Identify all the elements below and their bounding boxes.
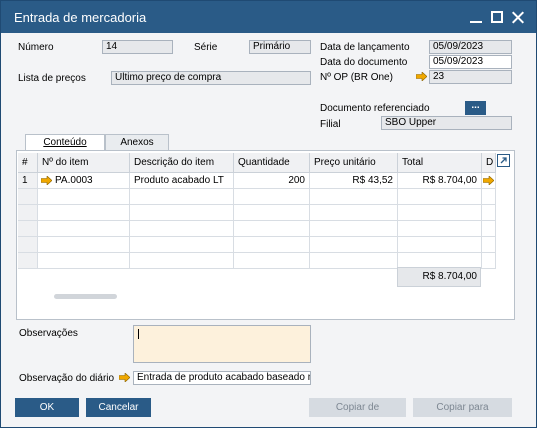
table-cell-d[interactable] bbox=[482, 173, 496, 189]
lista-precos-field[interactable]: Último preço de compra bbox=[111, 71, 311, 85]
goods-receipt-window: Entrada de mercadoria Número 14 Série Pr… bbox=[0, 0, 537, 428]
data-documento-field[interactable]: 05/09/2023 bbox=[429, 55, 512, 69]
serie-field[interactable]: Primário bbox=[249, 40, 311, 54]
expand-icon[interactable] bbox=[497, 154, 510, 167]
footer-total: R$ 8.704,00 bbox=[397, 267, 481, 287]
col-header-item[interactable]: Nº do item bbox=[38, 153, 130, 173]
horizontal-scrollbar[interactable] bbox=[54, 294, 117, 299]
empty-table-cell[interactable] bbox=[130, 205, 234, 221]
empty-table-cell[interactable] bbox=[38, 237, 130, 253]
empty-table-cell[interactable] bbox=[482, 221, 496, 237]
filial-field[interactable]: SBO Upper bbox=[381, 116, 512, 130]
empty-table-cell[interactable] bbox=[234, 205, 310, 221]
minimize-icon[interactable] bbox=[468, 9, 484, 25]
link-arrow-icon[interactable] bbox=[119, 373, 130, 382]
empty-table-cell[interactable] bbox=[18, 237, 38, 253]
col-header-preco[interactable]: Preço unitário bbox=[310, 153, 398, 173]
tab-conteudo-label: Conteúdo bbox=[43, 137, 87, 148]
title-bar: Entrada de mercadoria bbox=[1, 1, 536, 33]
empty-table-cell[interactable] bbox=[38, 253, 130, 269]
table-cell-item[interactable]: PA.0003 bbox=[38, 173, 130, 189]
row-number[interactable]: 1 bbox=[18, 173, 38, 189]
empty-table-cell[interactable] bbox=[310, 253, 398, 269]
empty-table-cell[interactable] bbox=[482, 237, 496, 253]
col-header-num[interactable]: # bbox=[18, 153, 38, 173]
no-op-field[interactable]: 23 bbox=[429, 70, 512, 84]
empty-table-cell[interactable] bbox=[398, 189, 482, 205]
empty-table-cell[interactable] bbox=[398, 221, 482, 237]
numero-label: Número bbox=[18, 42, 54, 53]
item-code: PA.0003 bbox=[55, 175, 93, 186]
data-lancamento-field[interactable]: 05/09/2023 bbox=[429, 40, 512, 54]
col-header-total[interactable]: Total bbox=[398, 153, 482, 173]
observacao-diario-field[interactable]: Entrada de produto acabado baseado n bbox=[133, 371, 311, 385]
filial-label: Filial bbox=[320, 119, 341, 130]
tab-anexos[interactable]: Anexos bbox=[105, 134, 169, 151]
empty-table-cell[interactable] bbox=[398, 237, 482, 253]
table-cell-total[interactable]: R$ 8.704,00 bbox=[398, 173, 482, 189]
data-documento-label: Data do documento bbox=[320, 57, 408, 68]
empty-table-cell[interactable] bbox=[38, 205, 130, 221]
observacao-diario-label: Observação do diário bbox=[19, 373, 115, 384]
empty-table-cell[interactable] bbox=[234, 253, 310, 269]
cancel-button[interactable]: Cancelar bbox=[86, 398, 151, 417]
empty-table-cell[interactable] bbox=[234, 221, 310, 237]
observacoes-label: Observações bbox=[19, 328, 78, 339]
table-cell-quantidade[interactable]: 200 bbox=[234, 173, 310, 189]
doc-referenciado-button[interactable]: ... bbox=[465, 101, 486, 115]
empty-table-cell[interactable] bbox=[482, 253, 496, 269]
serie-label: Série bbox=[194, 42, 218, 53]
table-cell-descricao[interactable]: Produto acabado LT bbox=[130, 173, 234, 189]
link-arrow-icon[interactable] bbox=[41, 176, 52, 185]
lista-precos-label: Lista de preços bbox=[18, 73, 86, 84]
empty-table-cell[interactable] bbox=[310, 189, 398, 205]
numero-field[interactable]: 14 bbox=[102, 40, 173, 54]
empty-table-cell[interactable] bbox=[18, 189, 38, 205]
empty-table-cell[interactable] bbox=[234, 237, 310, 253]
empty-table-cell[interactable] bbox=[482, 189, 496, 205]
col-header-quantidade[interactable]: Quantidade bbox=[234, 153, 310, 173]
observacoes-textarea[interactable] bbox=[133, 325, 311, 363]
empty-table-cell[interactable] bbox=[310, 221, 398, 237]
doc-referenciado-label: Documento referenciado bbox=[320, 103, 430, 114]
empty-table-cell[interactable] bbox=[38, 189, 130, 205]
empty-table-cell[interactable] bbox=[18, 205, 38, 221]
empty-table-cell[interactable] bbox=[310, 205, 398, 221]
empty-table-cell[interactable] bbox=[18, 253, 38, 269]
close-icon[interactable] bbox=[510, 9, 526, 25]
copy-from-button[interactable]: Copiar de bbox=[309, 398, 406, 417]
data-lancamento-label: Data de lançamento bbox=[320, 42, 410, 53]
tab-anexos-label: Anexos bbox=[120, 137, 154, 148]
empty-table-cell[interactable] bbox=[130, 253, 234, 269]
content-panel: # Nº do item Descrição do item Quantidad… bbox=[16, 150, 515, 320]
items-grid: # Nº do item Descrição do item Quantidad… bbox=[18, 153, 496, 269]
link-arrow-icon[interactable] bbox=[416, 72, 427, 81]
empty-table-cell[interactable] bbox=[38, 221, 130, 237]
table-cell-preco[interactable]: R$ 43,52 bbox=[310, 173, 398, 189]
empty-table-cell[interactable] bbox=[482, 205, 496, 221]
copy-to-button[interactable]: Copiar para bbox=[413, 398, 512, 417]
text-cursor bbox=[138, 329, 139, 339]
empty-table-cell[interactable] bbox=[130, 221, 234, 237]
no-op-label: Nº OP (BR One) bbox=[320, 72, 393, 83]
empty-table-cell[interactable] bbox=[130, 237, 234, 253]
maximize-icon[interactable] bbox=[489, 9, 505, 25]
empty-table-cell[interactable] bbox=[18, 221, 38, 237]
link-arrow-icon[interactable] bbox=[483, 176, 494, 185]
col-header-descricao[interactable]: Descrição do item bbox=[130, 153, 234, 173]
empty-table-cell[interactable] bbox=[398, 205, 482, 221]
window-title: Entrada de mercadoria bbox=[14, 10, 147, 25]
empty-table-cell[interactable] bbox=[310, 237, 398, 253]
empty-table-cell[interactable] bbox=[130, 189, 234, 205]
empty-table-cell[interactable] bbox=[234, 189, 310, 205]
ok-button[interactable]: OK bbox=[15, 398, 79, 417]
col-header-d[interactable]: D bbox=[482, 153, 496, 173]
tab-conteudo[interactable]: Conteúdo bbox=[25, 134, 105, 151]
